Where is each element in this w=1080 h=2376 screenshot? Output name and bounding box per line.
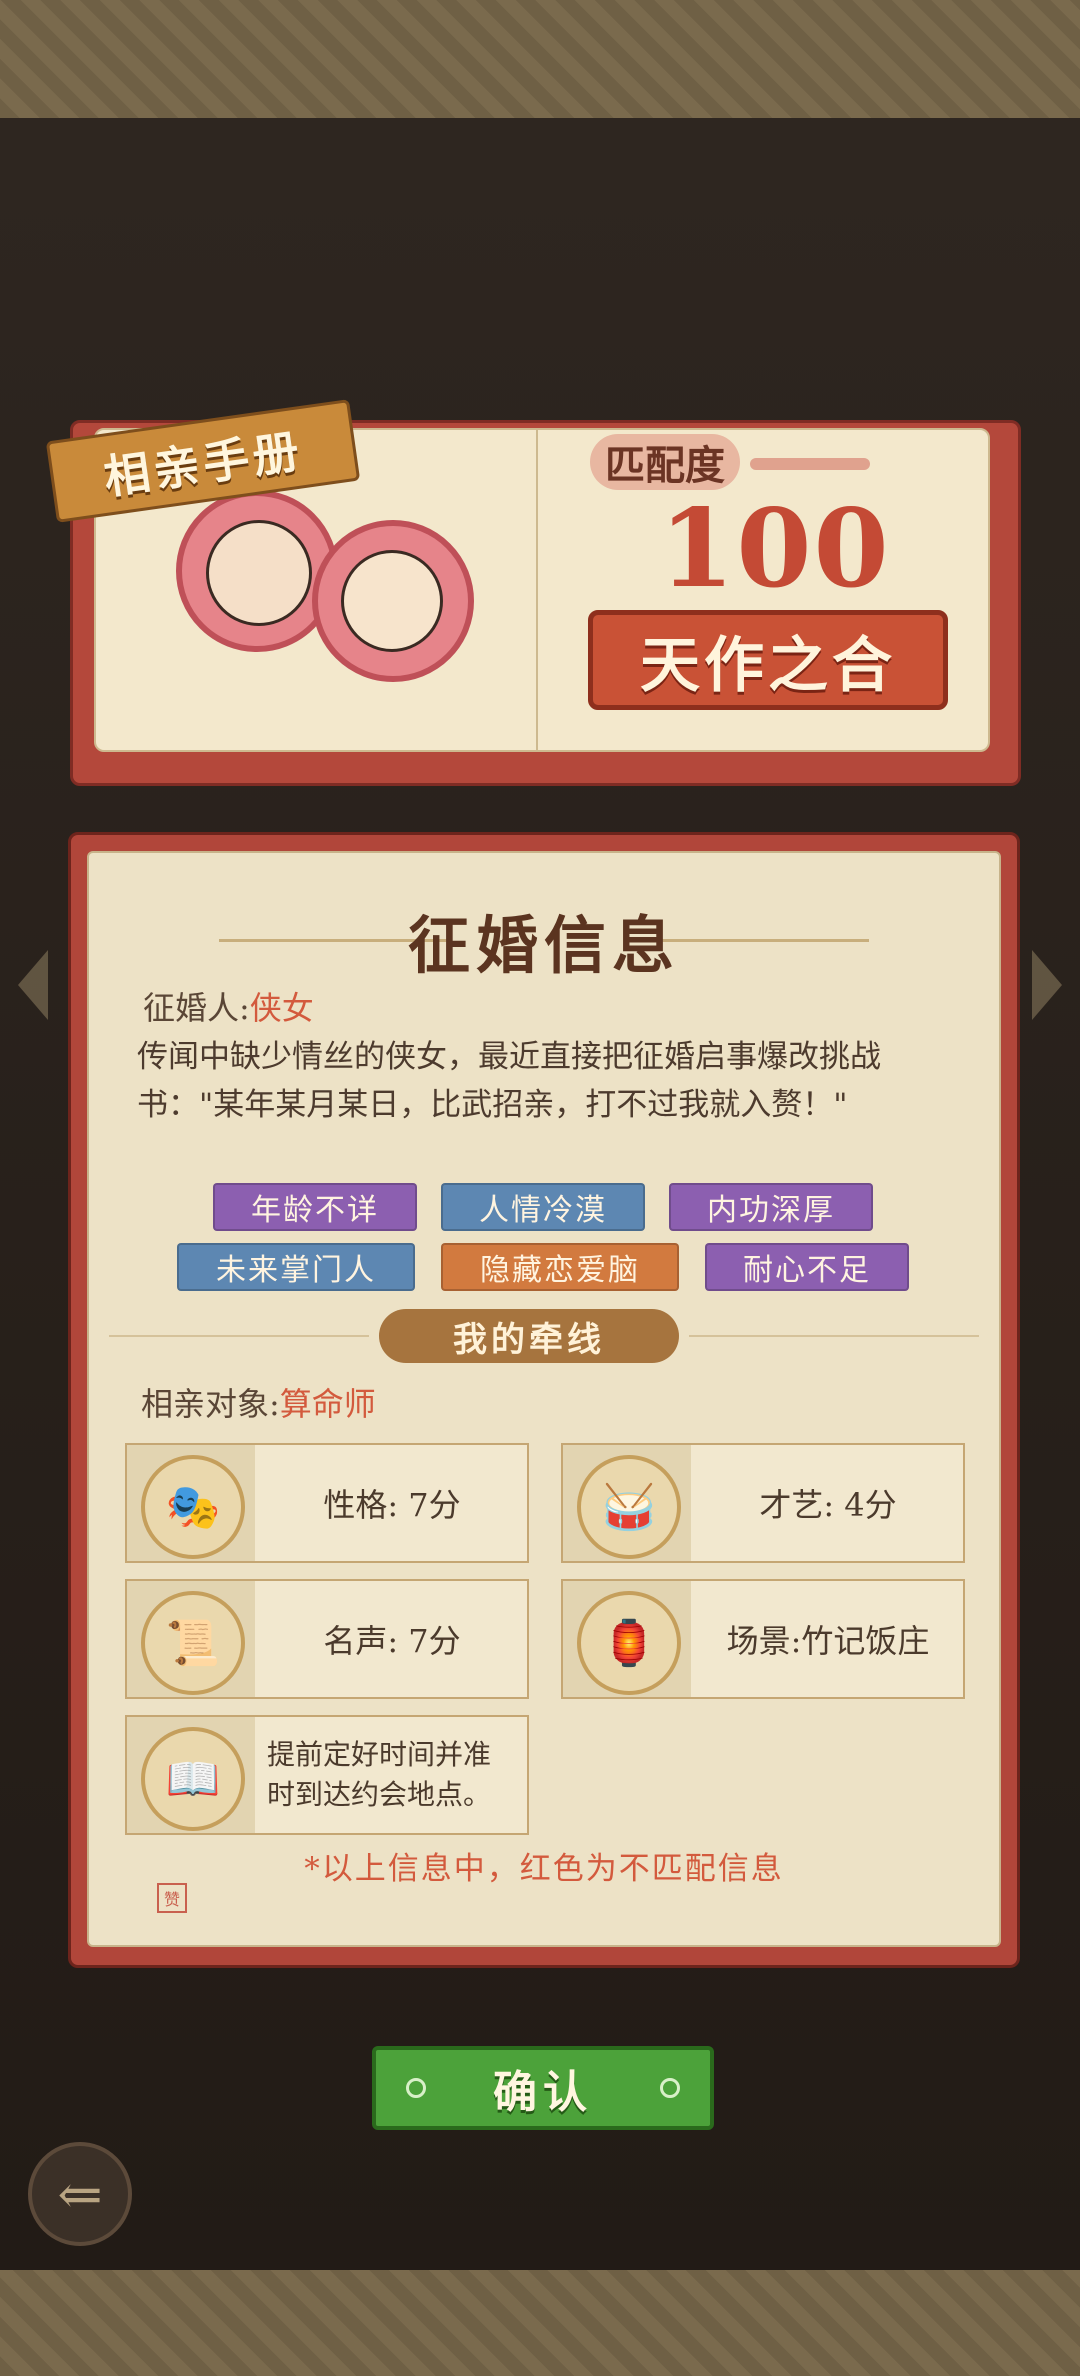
- match-score: 100: [659, 486, 891, 612]
- tag-future-leader: 未来掌门人: [177, 1243, 415, 1291]
- mismatch-footnote: *以上信息中，红色为不匹配信息: [304, 1851, 784, 1887]
- confirm-label: 确认: [493, 2067, 593, 2118]
- card-talent: 🥁 才艺: 4分: [561, 1443, 965, 1563]
- left-arrow-icon: [18, 950, 48, 1020]
- card-talent-text: 才艺: 4分: [759, 1486, 897, 1524]
- card-scene-text: 场景:竹记饭庄: [726, 1622, 930, 1660]
- mask-icon: 🎭: [141, 1455, 245, 1559]
- tag-impatient: 耐心不足: [705, 1243, 909, 1291]
- card-punctuality: 📖 提前定好时间并准时到达约会地点。: [125, 1715, 529, 1835]
- drum-icon: 🥁: [577, 1455, 681, 1559]
- applicant-description: 传闻中缺少情丝的侠女，最近直接把征婚启事爆改挑战书："某年某月某日，比武招亲，打…: [137, 1039, 881, 1123]
- top-decor-band: [0, 0, 1080, 118]
- back-arrow-icon: ⇐: [57, 2162, 103, 2226]
- card-iconbox: 📖: [127, 1717, 255, 1833]
- title-wrap: 征婚信息: [89, 895, 999, 985]
- target-value: 算命师: [279, 1385, 376, 1423]
- confirm-button[interactable]: 确认: [372, 2046, 714, 2130]
- heroine-portrait-icon: [206, 520, 312, 626]
- marriage-info-panel: 征婚信息 征婚人:侠女 传闻中缺少情丝的侠女，最近直接把征婚启事爆改挑战书："某…: [68, 832, 1020, 1968]
- card-personality: 🎭 性格: 7分: [125, 1443, 529, 1563]
- card-punctuality-text: 提前定好时间并准时到达约会地点。: [267, 1738, 492, 1811]
- card-reputation-text: 名声: 7分: [323, 1622, 461, 1660]
- tag-age: 年龄不详: [213, 1183, 417, 1231]
- match-verdict-badge: 天作之合: [588, 610, 948, 710]
- panel-title: 征婚信息: [407, 909, 680, 982]
- matchmaking-book: 相亲手册 匹配度 100 天作之合: [45, 399, 1021, 786]
- right-arrow-icon: [1032, 950, 1062, 1020]
- scroll-icon: 📜: [141, 1591, 245, 1695]
- match-label: 匹配度: [590, 434, 740, 490]
- match-bar-decor: [750, 458, 870, 470]
- card-reputation: 📜 名声: 7分: [125, 1579, 529, 1699]
- card-iconbox: 🥁: [563, 1445, 691, 1561]
- section-divider-right: [689, 1335, 979, 1337]
- applicant-label: 征婚人:: [143, 989, 250, 1027]
- card-personality-text: 性格: 7分: [323, 1486, 461, 1524]
- confirm-dot-right-icon: [660, 2078, 680, 2098]
- card-iconbox: 📜: [127, 1581, 255, 1697]
- book-icon: 📖: [141, 1727, 245, 1831]
- target-label: 相亲对象:: [141, 1385, 280, 1423]
- card-iconbox: 🎭: [127, 1445, 255, 1561]
- tag-hidden-romantic: 隐藏恋爱脑: [441, 1243, 679, 1291]
- panel-inner: 征婚信息 征婚人:侠女 传闻中缺少情丝的侠女，最近直接把征婚启事爆改挑战书："某…: [87, 851, 1001, 1947]
- fortune-teller-portrait-icon: [341, 550, 443, 652]
- confirm-dot-left-icon: [406, 2078, 426, 2098]
- section-my-matchmaking: 我的牵线: [379, 1309, 679, 1363]
- tag-inner-power: 内功深厚: [669, 1183, 873, 1231]
- card-scene: 🏮 场景:竹记饭庄: [561, 1579, 965, 1699]
- section-divider-left: [109, 1335, 369, 1337]
- tag-cold: 人情冷漠: [441, 1183, 645, 1231]
- bottom-decor-band: [0, 2270, 1080, 2376]
- scene-icon: 🏮: [577, 1591, 681, 1695]
- applicant-row: 征婚人:侠女: [143, 983, 314, 1029]
- applicant-value: 侠女: [249, 989, 314, 1027]
- target-row: 相亲对象:算命师: [141, 1379, 376, 1425]
- card-iconbox: 🏮: [563, 1581, 691, 1697]
- back-button[interactable]: ⇐: [28, 2142, 132, 2246]
